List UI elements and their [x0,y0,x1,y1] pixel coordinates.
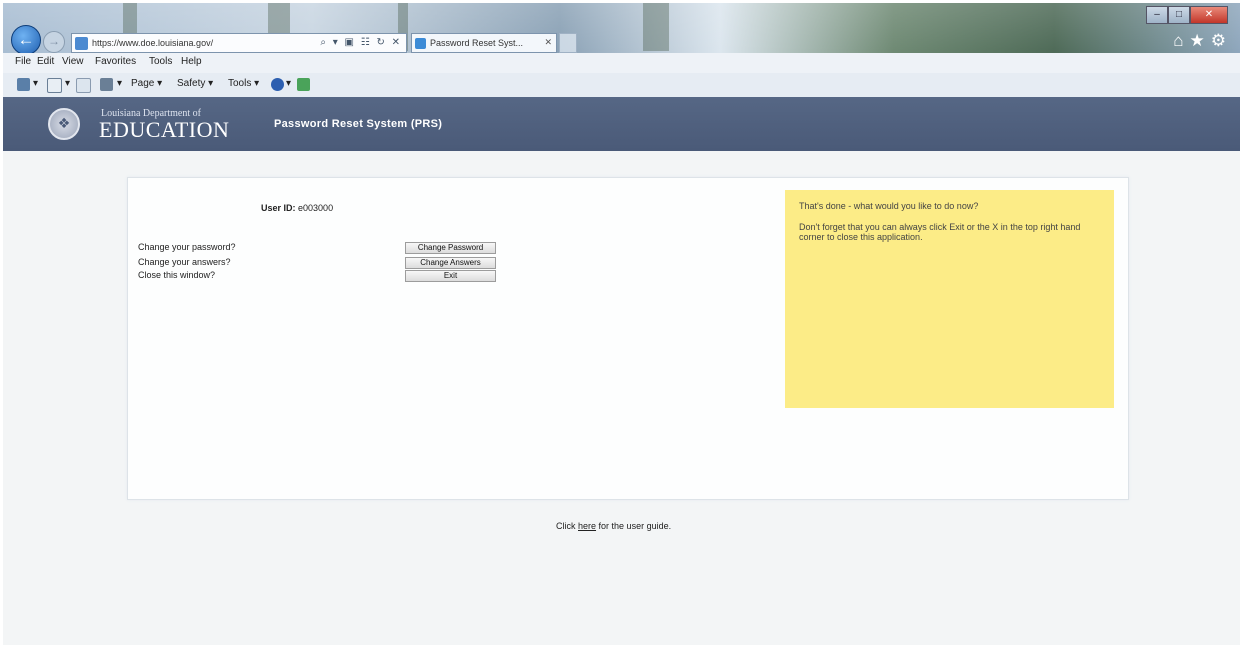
safety-menu-label: Safety [177,78,206,89]
menu-tools[interactable]: Tools [149,56,172,67]
dropdown-arrow-icon[interactable]: ▾ [33,78,38,89]
tab-title: Password Reset Syst... [430,38,524,48]
safety-menu[interactable]: Safety ▾ [177,78,213,89]
note-body: Don't forget that you can always click E… [799,222,1081,242]
dropdown-arrow-icon[interactable]: ▾ [65,78,70,89]
note-heading: That's done - what would you like to do … [799,201,979,211]
tools-menu[interactable]: Tools ▾ [228,78,259,89]
favorites-star-icon[interactable]: ★ [1190,31,1211,50]
minimize-icon[interactable]: – [1146,6,1168,24]
help-icon[interactable] [271,78,284,91]
close-window-question: Close this window? [138,270,216,280]
forward-arrow-icon[interactable]: → [43,31,65,53]
close-window-icon[interactable]: ✕ [1190,6,1228,24]
background-tree [643,3,669,51]
close-tab-icon[interactable]: ✕ [544,37,552,48]
menu-file[interactable]: File [15,56,31,67]
tools-menu-label: Tools [228,78,252,89]
command-bar: ▾ ▾ ▾ Page ▾ Safety ▾ Tools ▾ ▾ [3,73,1240,98]
mail-icon[interactable] [76,78,91,93]
research-icon[interactable] [297,78,310,91]
new-tab-button[interactable] [559,33,577,53]
menu-help[interactable]: Help [181,56,202,67]
print-icon[interactable] [100,78,113,91]
browser-chrome: ← → https://www.doe.louisiana.gov/ ⌕ ▾ ▣… [3,3,1240,98]
status-note: That's done - what would you like to do … [785,190,1114,408]
user-guide-link[interactable]: here [578,521,596,531]
window-controls: – □ ✕ [1146,6,1228,24]
toolbar-icons: ⌂★⚙ [1173,31,1232,51]
menu-favorites[interactable]: Favorites [95,56,136,67]
menu-view[interactable]: View [62,56,84,67]
menu-bar: File Edit View Favorites Tools Help [3,53,1240,73]
change-password-question: Change your password? [138,242,236,252]
tab-favicon [415,38,426,49]
seal-icon: ❖ [48,108,80,140]
user-guide-line: Click here for the user guide. [556,521,671,531]
address-controls[interactable]: ⌕ ▾ ▣ ☷ ↻ ✕ [320,37,402,48]
dropdown-arrow-icon[interactable]: ▾ [286,78,291,89]
tools-gear-icon[interactable]: ⚙ [1211,31,1232,50]
back-arrow-icon[interactable]: ← [11,25,41,55]
address-url: https://www.doe.louisiana.gov/ [92,38,214,48]
home-page-icon[interactable] [17,78,30,91]
site-favicon [75,37,88,50]
change-password-button[interactable]: Change Password [405,242,496,254]
menu-edit[interactable]: Edit [37,56,54,67]
browser-tab[interactable]: Password Reset Syst... ✕ [411,33,557,53]
exit-button[interactable]: Exit [405,270,496,282]
dropdown-arrow-icon[interactable]: ▾ [117,78,122,89]
user-id: User ID: e003000 [261,203,333,213]
change-answers-button[interactable]: Change Answers [405,257,496,269]
site-header: ❖ Louisiana Department of EDUCATION Pass… [3,97,1240,151]
user-id-label: User ID: [261,203,296,213]
feeds-icon[interactable] [47,78,62,93]
guide-suffix: for the user guide. [598,521,672,531]
guide-prefix: Click [556,521,576,531]
change-answers-question: Change your answers? [138,257,231,267]
address-bar[interactable]: https://www.doe.louisiana.gov/ ⌕ ▾ ▣ ☷ ↻… [71,33,407,53]
user-id-value: e003000 [298,203,334,213]
logo-word: EDUCATION [99,117,230,142]
home-icon[interactable]: ⌂ [1173,31,1189,50]
maximize-icon[interactable]: □ [1168,6,1190,24]
page-menu[interactable]: Page ▾ [131,78,162,89]
system-title: Password Reset System (PRS) [274,118,443,130]
page-menu-label: Page [131,78,155,89]
